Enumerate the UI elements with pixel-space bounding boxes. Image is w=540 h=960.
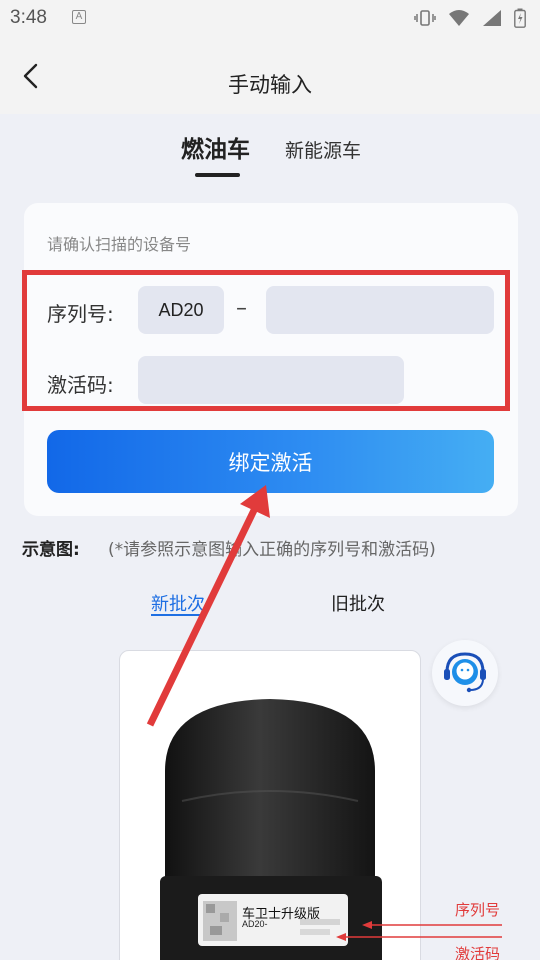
tab-active-indicator (195, 173, 240, 177)
callout-activation-label: 激活码 (455, 945, 501, 960)
callout-serial-label: 序列号 (455, 901, 501, 919)
device-diagram-image: 车卫士升级版 AD20- (119, 650, 421, 960)
tab-old-batch[interactable]: 旧批次 (331, 590, 385, 616)
notification-icon: A (72, 10, 86, 24)
batch-active-indicator (151, 614, 205, 616)
customer-support-button[interactable] (432, 640, 498, 706)
form-hint: 请确认扫描的设备号 (47, 235, 192, 254)
signal-icon (483, 10, 501, 26)
battery-icon (514, 8, 526, 28)
tab-fuel-vehicle[interactable]: 燃油车 (181, 130, 250, 164)
headset-icon (444, 652, 486, 693)
tab-new-batch[interactable]: 新批次 (151, 590, 205, 616)
diagram-title: 示意图: (22, 540, 80, 560)
status-bar: 3:48 A (0, 0, 540, 36)
page-title: 手动输入 (228, 73, 312, 97)
device-label-serial: AD20- (242, 919, 268, 929)
vibrate-icon (414, 10, 436, 26)
annotation-highlight-box (22, 270, 510, 411)
status-icons (414, 8, 526, 28)
diagram-note: (*请参照示意图输入正确的序列号和激活码) (108, 540, 436, 560)
vehicle-type-tabs: 燃油车 新能源车 (0, 130, 540, 180)
bind-activate-button[interactable]: 绑定激活 (47, 430, 494, 493)
wifi-icon (449, 10, 469, 26)
status-time: 3:48 (10, 7, 47, 28)
app-header: 手动输入 (0, 36, 540, 114)
tab-new-energy-vehicle[interactable]: 新能源车 (285, 136, 361, 163)
